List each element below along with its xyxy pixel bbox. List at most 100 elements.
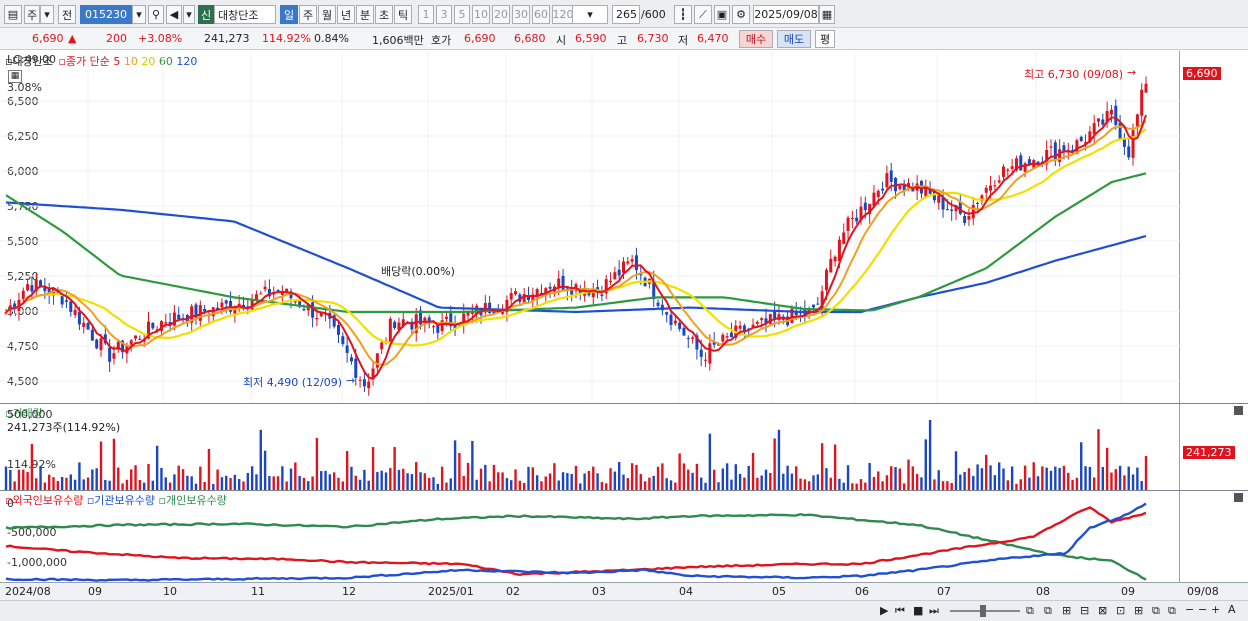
tool-icon-1[interactable]: ⧉ — [1026, 604, 1034, 618]
interval-button-60[interactable]: 60 — [532, 5, 550, 24]
candle-body — [945, 209, 949, 211]
volume-close-icon[interactable] — [1234, 406, 1243, 415]
holding-close-icon[interactable] — [1234, 493, 1243, 502]
change-value: 200 — [106, 32, 127, 45]
volume-bar — [773, 438, 776, 490]
candle-body — [259, 293, 263, 295]
interval-button-10[interactable]: 10 — [472, 5, 490, 24]
search-icon[interactable]: ⚲ — [148, 5, 164, 24]
quote-bar: 6,690 ▲ 200 +3.08% 241,273 114.92% 0.84%… — [0, 28, 1248, 50]
volume-bar — [237, 479, 241, 490]
candle-icon[interactable]: ┇ — [674, 5, 692, 24]
buy-button[interactable]: 매수 — [739, 30, 773, 48]
sell-label: 매도 — [783, 33, 805, 46]
volume-bar — [1144, 456, 1148, 490]
eval-button[interactable]: 평 — [815, 30, 835, 48]
tool-icon-9[interactable]: ⧉ — [1168, 604, 1176, 618]
auto-icon[interactable]: A — [1228, 603, 1236, 616]
price-axis[interactable] — [1180, 51, 1248, 404]
volume-chart[interactable] — [0, 404, 1180, 490]
zoom-in-icon[interactable]: + — [1211, 603, 1220, 616]
zoom-out-icon[interactable]: − — [1185, 603, 1194, 616]
tool-icon-2[interactable]: ⧉ — [1044, 604, 1052, 618]
volume-bar — [155, 445, 159, 490]
tool-icon-7[interactable]: ⊞ — [1134, 604, 1143, 617]
volume-bar — [112, 438, 116, 490]
period-tab-5[interactable]: 초 — [375, 5, 393, 24]
candle-body — [21, 290, 25, 299]
x-axis[interactable]: 2024/08 09 10 11 12 2025/01 02 03 04 05 06 07 08 09 0… — [0, 582, 1248, 600]
market-select[interactable]: 주 — [24, 5, 40, 24]
rewind-icon[interactable]: ⏮ — [895, 604, 905, 618]
speaker-icon[interactable]: ◀ — [166, 5, 182, 24]
window-menu-icon[interactable]: ▤ — [4, 5, 22, 24]
volume-bar — [609, 468, 612, 490]
stop-icon[interactable]: ■ — [913, 604, 923, 617]
interval-button-1[interactable]: 1 — [418, 5, 434, 24]
period-tab-6[interactable]: 틱 — [394, 5, 412, 24]
candle-body — [64, 300, 68, 302]
date-input[interactable]: 2025/09/08 — [753, 5, 819, 24]
volume-bar — [505, 478, 509, 490]
interval-button-5[interactable]: 5 — [454, 5, 470, 24]
speaker-dropdown-icon[interactable]: ▾ — [183, 5, 195, 24]
period-tab-4[interactable]: 분 — [356, 5, 374, 24]
count-input[interactable]: 265 — [612, 5, 640, 24]
tool-icon-3[interactable]: ⊞ — [1062, 604, 1071, 617]
volume-bar — [26, 472, 29, 490]
candle-body — [669, 314, 673, 326]
gear-icon[interactable]: ⚙ — [732, 5, 750, 24]
tool-icon-5[interactable]: ⊠ — [1098, 604, 1107, 617]
tool-icon-4[interactable]: ⊟ — [1080, 604, 1089, 617]
market-dropdown-icon[interactable]: ▾ — [40, 5, 54, 24]
ma10-line — [5, 120, 1147, 366]
save-icon[interactable]: ▣ — [714, 5, 730, 24]
volume-bar — [1041, 466, 1044, 490]
period-tab-1[interactable]: 주 — [299, 5, 317, 24]
stock-name-field[interactable]: 대창단조 — [214, 5, 276, 24]
interval-button-3[interactable]: 3 — [436, 5, 452, 24]
volume-bar — [285, 481, 288, 490]
candle-body — [984, 187, 988, 193]
volume-bar — [596, 473, 599, 490]
zoom-slider-handle[interactable] — [980, 605, 986, 617]
interval-button-30[interactable]: 30 — [512, 5, 530, 24]
x-label-1: 09 — [88, 585, 102, 598]
volume-bar — [838, 478, 841, 490]
candle-body — [509, 293, 513, 300]
code-dropdown-icon[interactable]: ▾ — [132, 5, 146, 24]
volume-bar — [354, 475, 357, 490]
candle-body — [362, 379, 366, 387]
volume-bar — [592, 466, 595, 490]
period-tab-0[interactable]: 일 — [280, 5, 298, 24]
code-input[interactable]: 015230 — [80, 5, 132, 24]
price-chart[interactable] — [0, 51, 1180, 404]
line-tool-icon[interactable]: ⟋ — [694, 5, 712, 24]
volume-bar — [574, 465, 578, 490]
candle-body — [444, 316, 448, 319]
bid-label: 호가 — [431, 34, 452, 47]
scroll-right-icon[interactable]: ▶ — [880, 604, 888, 617]
calendar-icon[interactable]: ▦ — [819, 5, 835, 24]
volume-bar — [276, 476, 280, 490]
forward-icon[interactable]: ⏭ — [929, 604, 939, 618]
volume-bar — [475, 479, 478, 490]
candle-body — [177, 314, 181, 320]
code-value: 015230 — [85, 8, 127, 21]
volume-bar — [872, 476, 876, 490]
holding-chart[interactable] — [0, 491, 1180, 582]
sell-button[interactable]: 매도 — [777, 30, 811, 48]
candle-body — [280, 292, 284, 295]
minus-icon[interactable]: − — [1198, 603, 1207, 616]
interval-input[interactable]: ▾ — [572, 5, 608, 24]
candle-body — [855, 217, 859, 222]
candle-body — [112, 353, 116, 359]
interval-button-120[interactable]: 120 — [552, 5, 574, 24]
period-tab-2[interactable]: 월 — [318, 5, 336, 24]
tool-icon-8[interactable]: ⧉ — [1152, 604, 1160, 618]
prev-button[interactable]: 전 — [58, 5, 76, 24]
tool-icon-6[interactable]: ⊡ — [1116, 604, 1125, 617]
period-tab-3[interactable]: 년 — [337, 5, 355, 24]
interval-button-20[interactable]: 20 — [492, 5, 510, 24]
volume-bar — [630, 463, 634, 490]
